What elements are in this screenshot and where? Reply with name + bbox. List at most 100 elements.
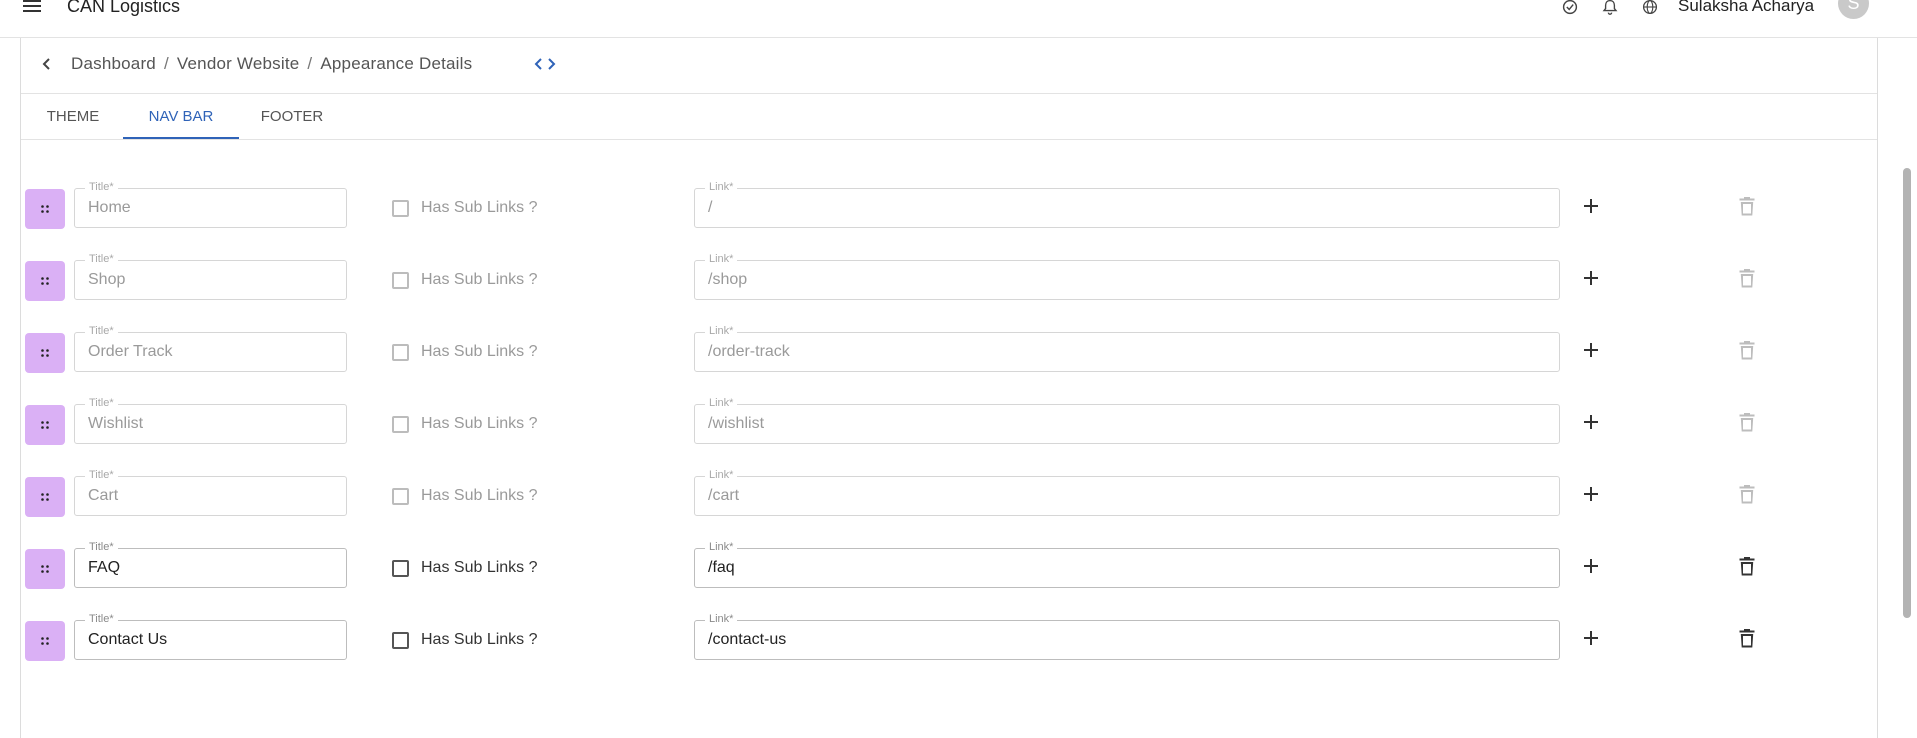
- link-field-value: /contact-us: [708, 631, 787, 648]
- add-sub-link-icon[interactable]: [1583, 198, 1599, 219]
- add-sub-link-icon[interactable]: [1583, 630, 1599, 651]
- has-sub-links-toggle[interactable]: Has Sub Links ?: [392, 485, 538, 507]
- has-sub-links-toggle[interactable]: Has Sub Links ?: [392, 269, 538, 291]
- drag-handle-icon[interactable]: [25, 477, 65, 517]
- link-field[interactable]: Link* /cart: [694, 468, 1560, 516]
- title-field[interactable]: Title* Wishlist: [74, 396, 347, 444]
- breadcrumb-bar: Dashboard / Vendor Website / Appearance Deta…: [21, 38, 1877, 94]
- link-field-label: Link*: [705, 396, 738, 410]
- title-field-value: FAQ: [88, 559, 121, 576]
- delete-trash-icon[interactable]: [1739, 557, 1755, 581]
- has-sub-links-toggle[interactable]: Has Sub Links ?: [392, 629, 538, 651]
- title-field-label: Title*: [85, 468, 118, 482]
- delete-trash-icon[interactable]: [1739, 413, 1755, 437]
- menu-icon[interactable]: [22, 0, 42, 18]
- title-field[interactable]: Title* Home: [74, 180, 347, 228]
- top-app-bar: CAN Logistics Sulaksha Acharya S: [0, 0, 1917, 38]
- title-field-label: Title*: [85, 180, 118, 194]
- add-sub-link-icon[interactable]: [1583, 270, 1599, 291]
- has-sub-links-toggle[interactable]: Has Sub Links ?: [392, 413, 538, 435]
- link-field[interactable]: Link* /order-track: [694, 324, 1560, 372]
- link-field-value: /order-track: [708, 343, 790, 360]
- has-sub-links-toggle[interactable]: Has Sub Links ?: [392, 341, 538, 363]
- title-field-value: Shop: [88, 271, 126, 288]
- title-field[interactable]: Title* Shop: [74, 252, 347, 300]
- code-icon[interactable]: [534, 56, 556, 77]
- drag-handle-icon[interactable]: [25, 261, 65, 301]
- add-sub-link-icon[interactable]: [1583, 414, 1599, 435]
- delete-trash-icon[interactable]: [1739, 485, 1755, 509]
- link-field-label: Link*: [705, 468, 738, 482]
- tab-nav-bar[interactable]: NAV BAR: [123, 94, 239, 139]
- avatar[interactable]: S: [1838, 0, 1869, 19]
- link-field-label: Link*: [705, 252, 738, 266]
- nav-link-row: Title* Shop Has Sub Links ? Link* /shop: [25, 252, 1825, 302]
- check-circle-icon[interactable]: [1560, 0, 1580, 20]
- drag-handle-icon[interactable]: [25, 189, 65, 229]
- add-sub-link-icon[interactable]: [1583, 486, 1599, 507]
- user-name[interactable]: Sulaksha Acharya: [1678, 0, 1814, 16]
- has-sub-links-checkbox[interactable]: [392, 343, 409, 361]
- title-field-label: Title*: [85, 612, 118, 626]
- title-field-value: Wishlist: [88, 415, 144, 432]
- breadcrumb-separator: /: [307, 54, 313, 73]
- breadcrumb-vendor-website[interactable]: Vendor Website: [177, 54, 300, 73]
- globe-icon[interactable]: [1640, 0, 1660, 20]
- title-field-value: Contact Us: [88, 631, 168, 648]
- link-field[interactable]: Link* /wishlist: [694, 396, 1560, 444]
- delete-trash-icon[interactable]: [1739, 197, 1755, 221]
- delete-trash-icon[interactable]: [1739, 269, 1755, 293]
- link-field[interactable]: Link* /faq: [694, 540, 1560, 588]
- has-sub-links-label: Has Sub Links ?: [421, 415, 538, 432]
- title-field-label: Title*: [85, 324, 118, 338]
- has-sub-links-checkbox[interactable]: [392, 415, 409, 433]
- breadcrumb-separator: /: [163, 54, 169, 73]
- link-field-label: Link*: [705, 540, 738, 554]
- back-arrow-icon[interactable]: [41, 56, 53, 77]
- title-field[interactable]: Title* Order Track: [74, 324, 347, 372]
- breadcrumb: Dashboard / Vendor Website / Appearance Deta…: [71, 54, 472, 74]
- has-sub-links-toggle[interactable]: Has Sub Links ?: [392, 557, 538, 579]
- add-sub-link-icon[interactable]: [1583, 558, 1599, 579]
- link-field-label: Link*: [705, 612, 738, 626]
- nav-link-row: Title* Cart Has Sub Links ? Link* /cart: [25, 468, 1825, 518]
- has-sub-links-label: Has Sub Links ?: [421, 631, 538, 648]
- link-field-label: Link*: [705, 324, 738, 338]
- link-field-value: /cart: [708, 487, 740, 504]
- has-sub-links-label: Has Sub Links ?: [421, 487, 538, 504]
- drag-handle-icon[interactable]: [25, 333, 65, 373]
- scrollbar-thumb[interactable]: [1903, 168, 1911, 618]
- tab-footer[interactable]: FOOTER: [257, 94, 327, 139]
- has-sub-links-checkbox[interactable]: [392, 631, 409, 649]
- bell-icon[interactable]: [1601, 0, 1619, 20]
- link-field-value: /shop: [708, 271, 748, 288]
- has-sub-links-checkbox[interactable]: [392, 559, 409, 577]
- drag-handle-icon[interactable]: [25, 549, 65, 589]
- tab-bar: THEME NAV BAR FOOTER: [21, 94, 1877, 140]
- delete-trash-icon[interactable]: [1739, 341, 1755, 365]
- link-field-value: /: [708, 199, 713, 216]
- title-field-label: Title*: [85, 252, 118, 266]
- add-sub-link-icon[interactable]: [1583, 342, 1599, 363]
- has-sub-links-checkbox[interactable]: [392, 199, 409, 217]
- drag-handle-icon[interactable]: [25, 405, 65, 445]
- breadcrumb-dashboard[interactable]: Dashboard: [71, 54, 156, 73]
- has-sub-links-checkbox[interactable]: [392, 271, 409, 289]
- title-field-value: Order Track: [88, 343, 173, 360]
- drag-handle-icon[interactable]: [25, 621, 65, 661]
- title-field[interactable]: Title* FAQ: [74, 540, 347, 588]
- link-field[interactable]: Link* /shop: [694, 252, 1560, 300]
- has-sub-links-label: Has Sub Links ?: [421, 271, 538, 288]
- title-field-value: Home: [88, 199, 131, 216]
- delete-trash-icon[interactable]: [1739, 629, 1755, 653]
- title-field[interactable]: Title* Contact Us: [74, 612, 347, 660]
- link-field[interactable]: Link* /contact-us: [694, 612, 1560, 660]
- title-field[interactable]: Title* Cart: [74, 468, 347, 516]
- tab-theme[interactable]: THEME: [43, 94, 103, 139]
- link-field[interactable]: Link* /: [694, 180, 1560, 228]
- title-field-label: Title*: [85, 396, 118, 410]
- has-sub-links-checkbox[interactable]: [392, 487, 409, 505]
- title-field-value: Cart: [88, 487, 119, 504]
- has-sub-links-toggle[interactable]: Has Sub Links ?: [392, 197, 538, 219]
- nav-link-row: Title* Home Has Sub Links ? Link* /: [25, 180, 1825, 230]
